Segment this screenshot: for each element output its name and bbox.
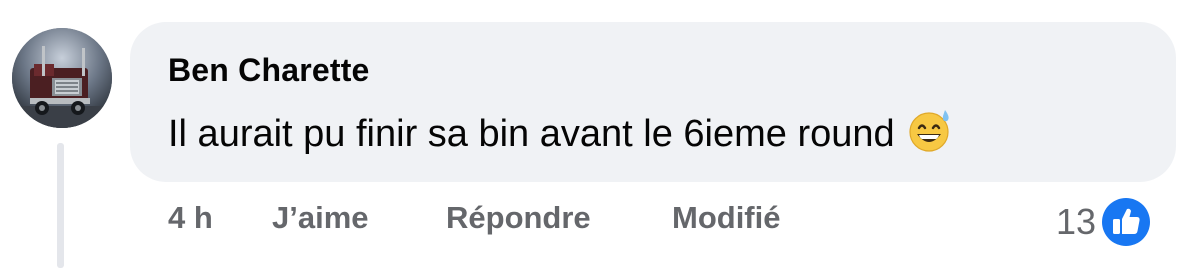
like-button[interactable]: J’aime <box>272 200 369 236</box>
like-icon <box>1098 194 1155 250</box>
comment-text: Il aurait pu finir sa bin avant le 6ieme… <box>168 113 895 155</box>
reply-button[interactable]: Répondre <box>446 200 591 236</box>
edited-label[interactable]: Modifié <box>672 200 781 236</box>
comment-author[interactable]: Ben Charette <box>168 52 370 89</box>
comment-bubble: Ben Charette Il aurait pu finir sa bin a… <box>130 22 1176 182</box>
avatar[interactable] <box>12 28 112 128</box>
comment-timestamp[interactable]: 4 h <box>168 200 213 236</box>
reaction-count: 13 <box>1056 201 1097 242</box>
grinning-face-with-sweat-icon <box>905 106 953 164</box>
reaction-summary[interactable]: 13 <box>1056 193 1155 251</box>
comment-text-row: Il aurait pu finir sa bin avant le 6ieme… <box>168 106 953 164</box>
thread-line <box>57 143 64 268</box>
truck-avatar-image <box>12 28 112 128</box>
